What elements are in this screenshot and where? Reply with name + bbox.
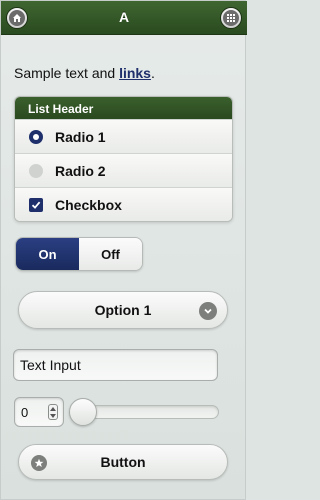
- text-input[interactable]: [13, 349, 218, 381]
- radio-checked-icon: [29, 129, 43, 144]
- list-header: List Header: [15, 97, 232, 119]
- action-button[interactable]: Button: [18, 444, 228, 480]
- toggle-on-button[interactable]: On: [16, 238, 79, 270]
- slider-handle[interactable]: [69, 398, 97, 426]
- select-value: Option 1: [94, 302, 152, 318]
- star-icon: [31, 455, 47, 471]
- list-item-radio-1[interactable]: Radio 1: [15, 119, 232, 153]
- page-title: A: [118, 9, 130, 25]
- list-item-radio-2[interactable]: Radio 2: [15, 153, 232, 187]
- toggle-off-button[interactable]: Off: [79, 238, 142, 270]
- list-item-checkbox[interactable]: Checkbox: [15, 187, 232, 221]
- list-item-label: Radio 1: [55, 128, 106, 145]
- option-select[interactable]: Option 1: [18, 291, 228, 329]
- sample-suffix: .: [150, 65, 155, 81]
- listview: List Header Radio 1 Radio 2 Checkbox: [14, 96, 233, 222]
- spinner-icon[interactable]: [48, 404, 58, 420]
- button-label: Button: [100, 454, 146, 470]
- list-item-label: Checkbox: [55, 196, 122, 213]
- checkbox-checked-icon: [29, 197, 43, 212]
- header-bar: A: [1, 1, 247, 35]
- sample-text: Sample text and: [14, 65, 120, 81]
- app-frame: A Sample text and links. List Header Rad…: [0, 0, 247, 500]
- grid-button[interactable]: [220, 7, 242, 29]
- grid-icon: [223, 10, 239, 26]
- sample-link[interactable]: links: [119, 65, 151, 81]
- number-input[interactable]: 0: [14, 397, 64, 427]
- number-value: 0: [21, 405, 29, 420]
- radio-unchecked-icon: [29, 163, 43, 178]
- list-item-label: Radio 2: [55, 162, 106, 179]
- chevron-down-icon: [199, 302, 217, 320]
- sample-paragraph: Sample text and links.: [14, 65, 155, 81]
- on-off-toggle: On Off: [15, 237, 143, 271]
